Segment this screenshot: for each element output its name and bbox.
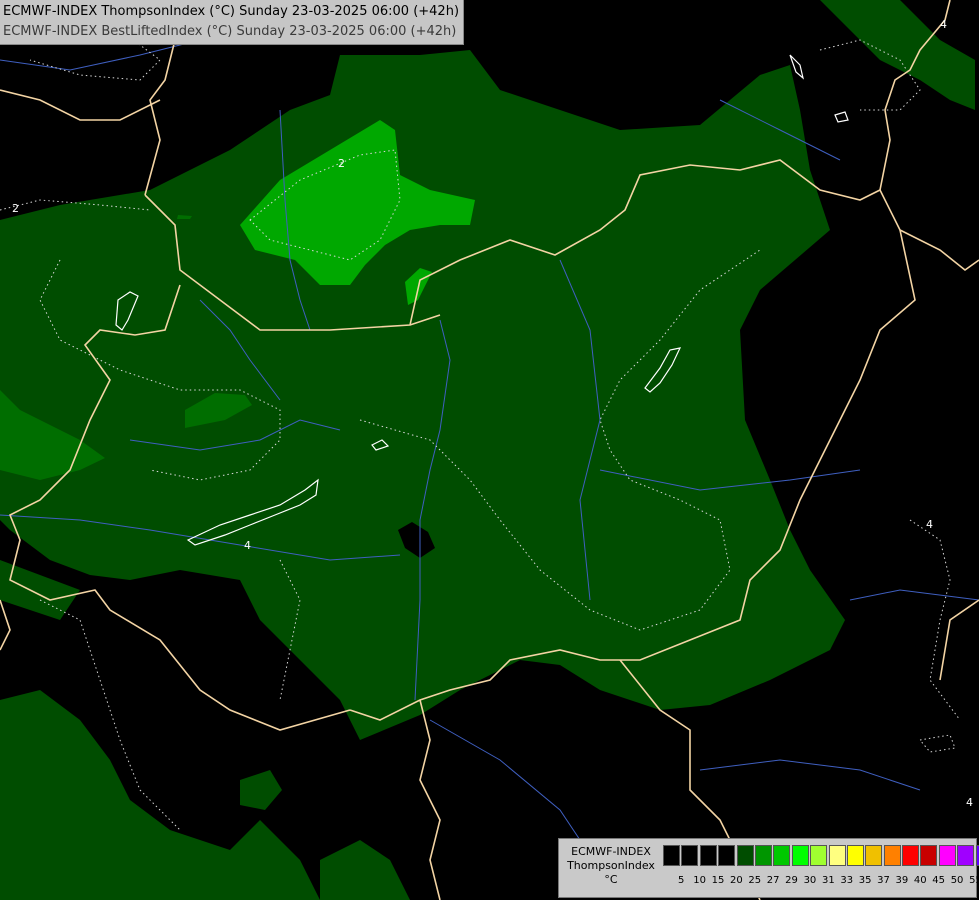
map-title-thompson: ECMWF-INDEX ThompsonIndex (°C) Sunday 23…: [3, 4, 460, 19]
river-line: [849, 589, 979, 601]
legend-tick: 25: [748, 875, 762, 886]
legend-tick: 55: [969, 875, 979, 886]
river-line: [699, 759, 921, 791]
legend-swatch: [810, 845, 828, 866]
legend-swatch: [681, 845, 699, 866]
legend-ticks: 51015202527293031333537394045505560: [672, 875, 979, 886]
legend-unit: °C: [604, 873, 618, 886]
legend-tick: 45: [932, 875, 946, 886]
weather-map: 2 2 4 4 4 4 ECMWF-INDEX ThompsonIndex (°…: [0, 0, 979, 900]
legend-tick: 29: [785, 875, 798, 886]
border-line: [0, 599, 11, 651]
legend-tick: 20: [730, 875, 743, 886]
legend-swatch: [754, 845, 772, 866]
border-line: [0, 89, 161, 121]
dark-green-area-northeast: [820, 0, 975, 110]
legend-swatches: [663, 845, 979, 866]
legend-tick: 39: [895, 875, 909, 886]
legend-swatch: [920, 845, 938, 866]
legend-tick: 37: [877, 875, 890, 886]
legend-tick: 40: [913, 875, 927, 886]
map-canvas: 2 2 4 4 4 4: [0, 0, 979, 900]
dark-green-area-south-blob: [240, 770, 282, 810]
contour-label: 2: [12, 202, 19, 215]
legend-swatch: [828, 845, 846, 866]
dark-green-area-south: [320, 840, 410, 900]
legend-swatch: [957, 845, 975, 866]
legend-tick: 5: [678, 875, 685, 886]
legend-tick: 27: [766, 875, 780, 886]
legend-tick: 30: [803, 875, 817, 886]
dark-green-field: [0, 0, 975, 900]
legend-swatch: [938, 845, 956, 866]
map-title-bestlifted: ECMWF-INDEX BestLiftedIndex (°C) Sunday …: [3, 24, 457, 39]
legend-swatch: [975, 845, 979, 866]
legend-swatch: [663, 845, 680, 866]
legend-tick: 33: [840, 875, 854, 886]
contour-label: 2: [338, 157, 345, 170]
contour-label: 4: [244, 539, 251, 552]
legend-title: ECMWF-INDEX: [571, 845, 651, 858]
contour-solid: [834, 111, 849, 123]
border-line: [939, 599, 979, 681]
border-line: [419, 699, 441, 900]
legend-swatch: [718, 845, 736, 866]
legend-swatch: [865, 845, 883, 866]
legend-tick: 31: [821, 875, 835, 886]
legend-swatch: [773, 845, 791, 866]
legend-tick: 15: [711, 875, 725, 886]
legend-swatch: [902, 845, 920, 866]
contour-line: [909, 519, 961, 721]
contour-label: 4: [940, 18, 947, 31]
legend-swatch: [791, 845, 809, 866]
color-legend: ECMWF-INDEX ThompsonIndex °C 5 10 15 20 25 27…: [558, 838, 979, 898]
dark-green-area-main: [0, 50, 845, 740]
contour-label: 4: [966, 796, 973, 809]
legend-tick: 35: [858, 875, 872, 886]
legend-label: ECMWF-INDEX ThompsonIndex °C: [563, 845, 659, 887]
legend-swatch: [699, 845, 717, 866]
map-title-box: ECMWF-INDEX ThompsonIndex (°C) Sunday 23…: [0, 0, 465, 45]
legend-tick: 50: [950, 875, 964, 886]
legend-swatch: [883, 845, 901, 866]
legend-swatch: [846, 845, 864, 866]
legend-tick: 10: [693, 875, 706, 886]
contour-line: [919, 734, 956, 753]
contour-label: 4: [926, 518, 933, 531]
legend-swatch: [736, 845, 754, 866]
legend-parameter: ThompsonIndex: [567, 859, 655, 872]
